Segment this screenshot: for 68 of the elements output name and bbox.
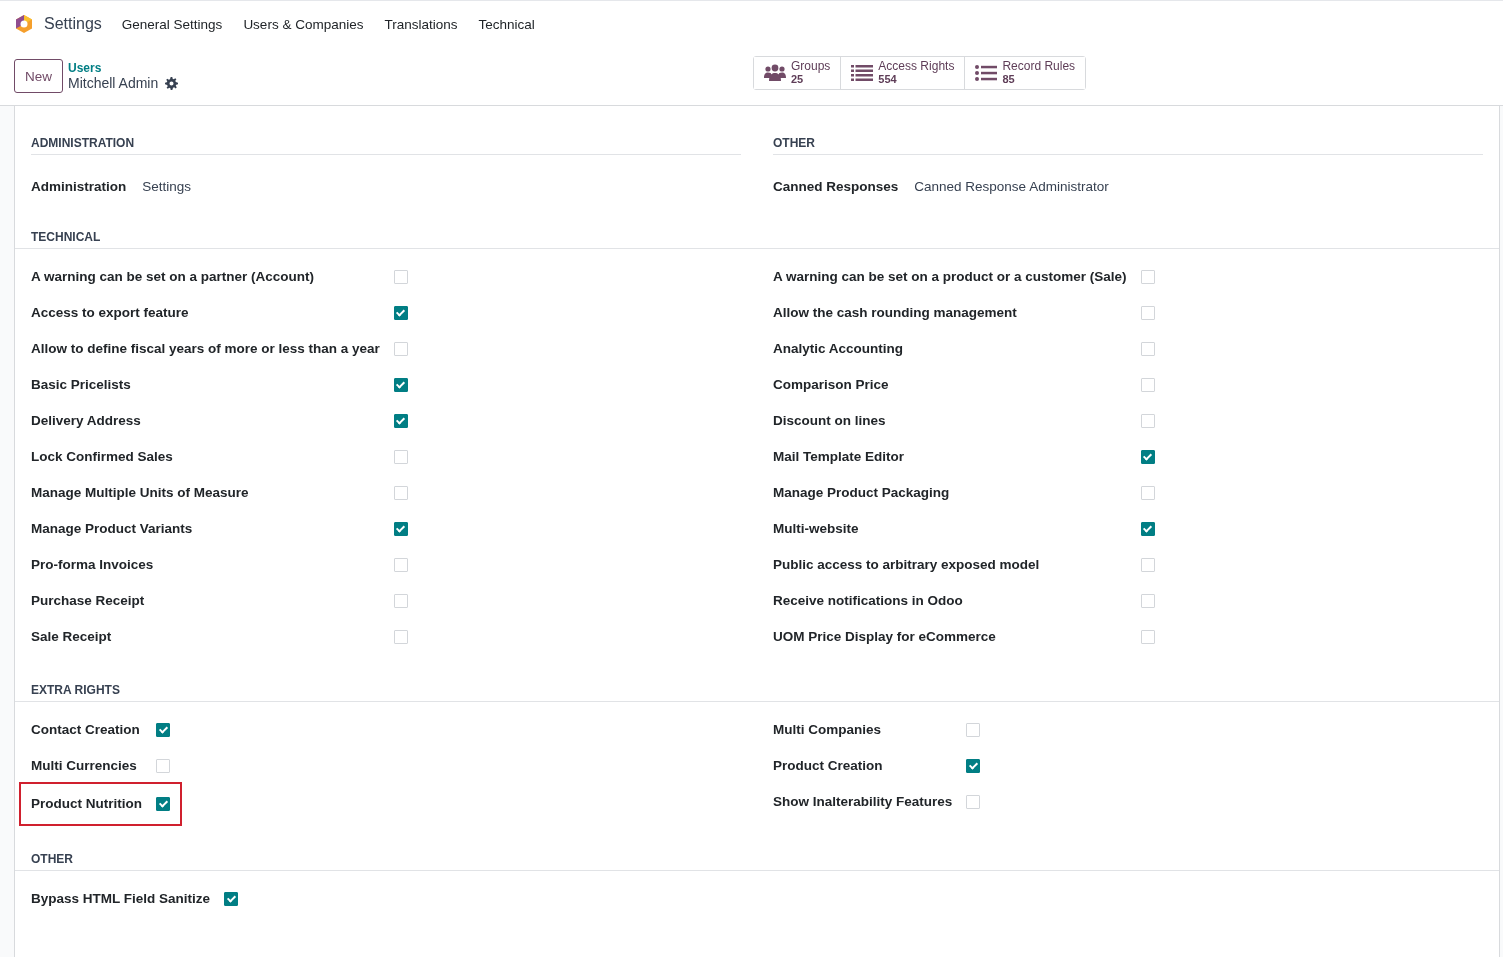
stat-count: 25 — [791, 73, 805, 86]
menu-item[interactable]: General Settings — [121, 16, 223, 32]
users-icon — [764, 64, 786, 82]
checkbox-label: Public access to arbitrary exposed model — [773, 556, 1041, 574]
field-value: Canned Response Administrator — [914, 179, 1109, 194]
field-label: Administration — [31, 179, 127, 194]
checkbox-label: Access to export feature — [31, 304, 190, 322]
checkbox-label: Purchase Receipt — [31, 592, 146, 610]
app-name[interactable]: Settings — [44, 15, 102, 33]
stat-button[interactable]: Groups 25 — [754, 57, 842, 89]
checkbox-label: Manage Multiple Units of Measure — [31, 484, 250, 502]
checkbox-label: Delivery Address — [31, 412, 142, 430]
stat-count: 85 — [1002, 73, 1016, 86]
checkbox-label: Lock Confirmed Sales — [31, 448, 174, 466]
checkbox-label: Contact Creation — [31, 721, 141, 739]
stat-count: 554 — [878, 73, 898, 86]
checkbox[interactable] — [156, 723, 170, 737]
stat-label: Access Rights — [878, 60, 955, 73]
field-label: Canned Responses — [773, 179, 899, 194]
checkbox-label: Receive notifications in Odoo — [773, 592, 964, 610]
checkbox[interactable] — [393, 522, 408, 536]
section-heading: OTHER — [773, 136, 1483, 155]
checkbox[interactable] — [224, 892, 239, 906]
settings-icon[interactable] — [165, 76, 179, 90]
new-button[interactable]: New — [14, 59, 63, 93]
field-value: Settings — [142, 179, 192, 194]
section-heading: ADMINISTRATION — [31, 136, 741, 155]
checkbox-label: Bypass HTML Field Sanitize — [31, 890, 211, 908]
checkbox-label: A warning can be set on a product or a customer (Sale) — [773, 268, 1127, 286]
checkbox[interactable] — [1140, 522, 1155, 536]
checkbox-label: Allow to define fiscal years of more or less than a year — [31, 340, 380, 358]
checkbox-label: Manage Product Packaging — [773, 484, 951, 502]
checkbox-label: Product Creation — [773, 757, 884, 775]
checkbox[interactable] — [393, 378, 408, 392]
app-logo-icon[interactable] — [14, 14, 34, 34]
breadcrumb-link[interactable]: Users — [68, 61, 179, 75]
checkbox-label: Manage Product Variants — [31, 520, 194, 538]
menu-item[interactable]: Technical — [478, 16, 535, 32]
checkbox-label: Pro-forma Invoices — [31, 556, 155, 574]
checkbox-label: Product Nutrition — [31, 795, 142, 813]
checkbox[interactable] — [1140, 450, 1155, 464]
checkbox-label: Discount on lines — [773, 412, 887, 430]
checkbox-label: Basic Pricelists — [31, 376, 132, 394]
checkbox[interactable] — [393, 306, 408, 320]
checkbox-label: Multi Companies — [773, 721, 882, 739]
checkbox[interactable] — [966, 759, 981, 773]
checkbox-label: Multi-website — [773, 520, 860, 538]
section-heading: TECHNICAL — [15, 230, 1499, 249]
checkbox-label: Multi Currencies — [31, 757, 138, 775]
menu-item[interactable]: Users & Companies — [243, 16, 364, 32]
record-title: Mitchell Admin — [68, 75, 159, 91]
list-icon — [851, 65, 874, 81]
checkbox-label: UOM Price Display for eCommerce — [773, 628, 997, 646]
checkbox-label: Sale Receipt — [31, 628, 113, 646]
stat-label: Record Rules — [1002, 60, 1076, 73]
checkbox-label: A warning can be set on a partner (Account) — [31, 268, 316, 286]
checkbox-label: Mail Template Editor — [773, 448, 906, 466]
checkbox-label: Show Inalterability Features — [773, 793, 953, 811]
stat-label: Groups — [791, 60, 831, 73]
checkbox[interactable] — [156, 797, 170, 811]
checkbox-label: Allow the cash rounding management — [773, 304, 1018, 322]
checkbox[interactable] — [393, 414, 408, 428]
checkbox-label: Comparison Price — [773, 376, 890, 394]
section-heading: EXTRA RIGHTS — [15, 683, 1499, 702]
bullet-list-icon — [975, 65, 998, 81]
menu-item[interactable]: Translations — [384, 16, 458, 32]
checkbox-label: Analytic Accounting — [773, 340, 904, 358]
section-heading: OTHER — [15, 852, 1499, 871]
